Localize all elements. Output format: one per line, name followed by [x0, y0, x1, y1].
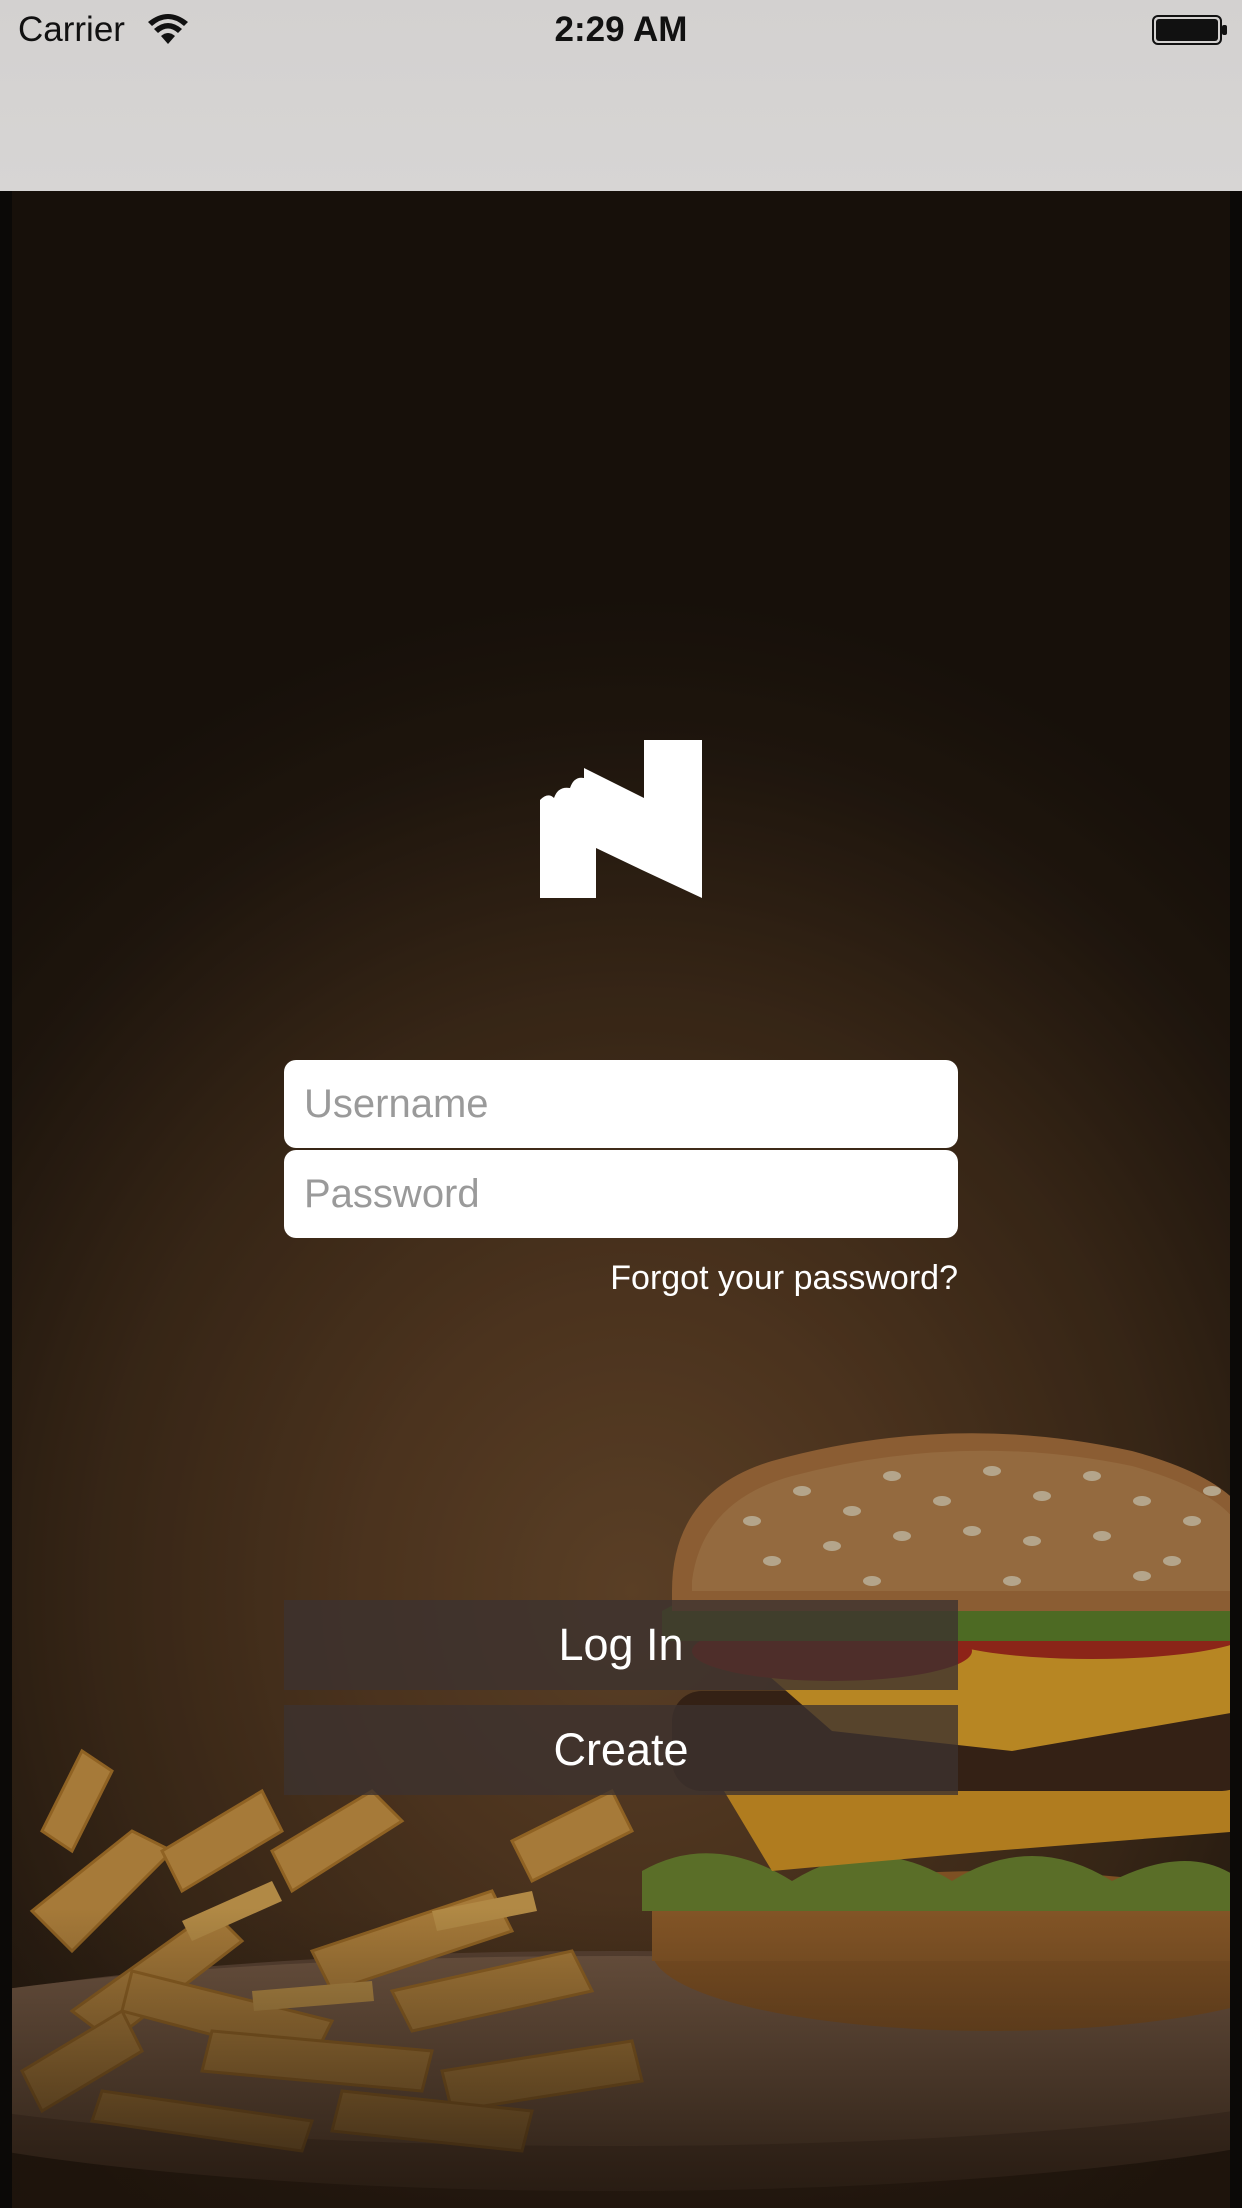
login-screen: Carrier 2:29 AM Forgot your password? Lo… — [0, 0, 1242, 2208]
background-bottom-fade — [12, 1908, 1230, 2208]
password-field[interactable] — [284, 1150, 958, 1238]
bitten-n-logo-icon — [540, 740, 702, 898]
forgot-password-link[interactable]: Forgot your password? — [284, 1258, 958, 1298]
navigation-bar: Carrier 2:29 AM — [0, 0, 1242, 191]
battery-full-icon — [1152, 15, 1227, 45]
status-bar: Carrier 2:29 AM — [0, 0, 1242, 60]
create-account-button[interactable]: Create — [284, 1705, 958, 1795]
username-field[interactable] — [284, 1060, 958, 1148]
status-time: 2:29 AM — [554, 10, 688, 49]
log-in-button[interactable]: Log In — [284, 1600, 958, 1690]
